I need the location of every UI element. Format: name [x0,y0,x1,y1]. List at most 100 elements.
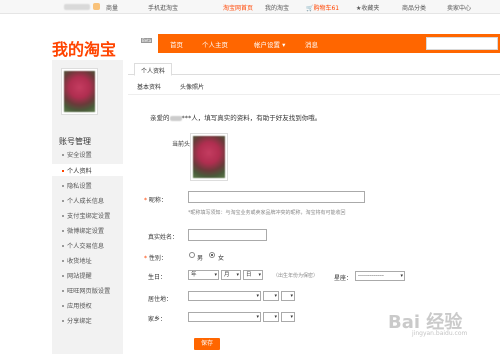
top-my-taobao-link[interactable]: 我的淘宝 [265,3,289,12]
zodiac-select[interactable]: ------------- ▾ [355,271,405,281]
chevron-down-icon: ▾ [236,272,239,278]
hometown-city-select[interactable]: ▾ [263,312,279,322]
sidebar-item-label: 收货地址 [67,258,92,265]
bullet-icon [62,275,64,277]
hometown-district-select[interactable]: ▾ [281,312,295,322]
chevron-down-icon: ▾ [290,314,293,320]
gender-female-label: 女 [218,255,225,262]
sidebar-item-label: 安全设置 [67,152,92,159]
logo[interactable]: 我的淘宝 [52,36,116,60]
nickname-input[interactable] [188,191,365,203]
beta-badge: Beta [141,38,153,43]
gender-label: * 性别： [144,253,167,262]
sidebar-item-growth[interactable]: 个人成长信息 [62,196,104,205]
hometown-province-select[interactable]: ▾ [188,312,261,322]
birthday-note: （出生年份为保密） [273,273,319,279]
bullet-icon [62,260,64,262]
subtab-avatar-photo[interactable]: 头像照片 [180,82,204,91]
nav-home[interactable]: 首页 [170,39,183,49]
sidebar-item-address[interactable]: 收货地址 [62,256,92,265]
zodiac-label: 星座： [334,275,353,282]
top-mobile-link[interactable]: 手机逛淘宝 [148,3,178,12]
sidebar-item-label: 个人交易信息 [67,243,105,250]
vip-badge-icon [93,3,100,10]
month-value: 月 [224,272,230,278]
divider [128,94,500,95]
top-favorites-link[interactable]: ★收藏夹 [356,3,379,12]
top-cart-link[interactable]: 🛒购物车61 [306,3,339,12]
main-nav: 首页 个人主页 帐户设置 ▾ 消息 [158,34,500,53]
sidebar-item-label: 旺旺网页版设置 [67,288,111,295]
sidebar-item-wangwang[interactable]: 旺旺网页版设置 [62,286,110,295]
chevron-down-icon: ▾ [274,293,277,299]
top-categories-link[interactable]: 商品分类 [402,3,426,12]
sidebar-item-alipay[interactable]: 支付宝绑定设置 [62,211,110,220]
favorites-label: 收藏夹 [361,5,380,12]
sidebar-item-label: 微博绑定设置 [67,228,105,235]
sidebar-item-privacy[interactable]: 隐私设置 [62,181,92,190]
sidebar-item-label: 个人成长信息 [67,198,105,205]
sidebar-item-profile[interactable]: 个人资料 [62,166,92,175]
sidebar-item-app-auth[interactable]: 应用授权 [62,301,92,310]
gender-male-radio[interactable] [189,252,195,258]
chevron-down-icon: ▾ [256,293,259,299]
realname-label: 真实姓名： [148,234,179,241]
chevron-down-icon: ▾ [274,314,277,320]
chevron-down-icon: ▾ [256,314,259,320]
sidebar-item-label: 支付宝绑定设置 [67,213,111,220]
residence-province-select[interactable]: ▾ [188,291,261,301]
year-value: 年 [191,272,197,278]
bullet-icon [62,230,64,232]
username-blurred [169,115,182,121]
greeting-prefix: 亲爱的 [150,114,170,122]
birthday-month-select[interactable]: 月 ▾ [221,270,241,280]
nav-profile[interactable]: 个人主页 [202,39,228,49]
bullet-icon [62,290,64,292]
greeting-text: ***人，填写真实的资料，有助于好友找到你哦。 [181,114,322,122]
save-button[interactable]: 保存 [194,338,220,350]
sidebar-item-share[interactable]: 分享绑定 [62,316,92,325]
bullet-icon [62,305,64,307]
gender-male-label: 男 [197,255,204,262]
top-seller-link[interactable]: 卖家中心 [447,3,471,12]
bullet-icon [62,154,64,156]
subtab-basic-info[interactable]: 基本资料 [137,82,161,91]
residence-city-select[interactable]: ▾ [263,291,279,301]
day-value: 日 [246,272,252,278]
gender-label-text: 性别： [148,255,167,262]
cart-label: 购物车61 [313,5,340,12]
current-avatar [190,133,228,181]
zodiac-value: ------------- [358,273,384,279]
greeting: 亲爱的 ***人，填写真实的资料，有助于好友找到你哦。 [150,112,321,122]
top-home-link[interactable]: 淘宝网首页 [223,3,253,12]
sidebar-item-label: 个人资料 [67,168,92,175]
top-account-link[interactable]: 商量 [106,3,118,12]
nav-messages[interactable]: 消息 [305,39,318,49]
nickname-label: * 昵称： [144,195,167,204]
sidebar-item-trade-info[interactable]: 个人交易信息 [62,241,104,250]
realname-input[interactable] [188,229,267,241]
watermark-url: jingyan.baidu.com [412,330,468,337]
hometown-label: 家乡： [148,316,167,323]
tab-bar: 个人资料 [128,60,500,76]
sidebar-item-label: 分享绑定 [67,318,92,325]
avatar-image [64,71,95,112]
sidebar-item-label: 隐私设置 [67,183,92,190]
search-input[interactable] [426,37,498,50]
residence-district-select[interactable]: ▾ [281,291,295,301]
sidebar-title: 账号管理 [59,137,91,146]
nav-account-settings[interactable]: 帐户设置 ▾ [254,39,285,49]
bullet-icon [62,185,64,187]
bullet-icon [62,320,64,322]
sidebar-item-weibo[interactable]: 微博绑定设置 [62,226,104,235]
sidebar-avatar[interactable] [61,68,98,115]
chevron-down-icon: ▾ [400,273,403,279]
sidebar-item-security[interactable]: 安全设置 [62,150,92,159]
tab-personal-info[interactable]: 个人资料 [134,63,173,76]
birthday-year-select[interactable]: 年 ▾ [188,270,219,280]
sidebar-item-reminders[interactable]: 网站提醒 [62,271,92,280]
birthday-day-select[interactable]: 日 ▾ [243,270,263,280]
top-bar: 商量 手机逛淘宝 淘宝网首页 我的淘宝 🛒购物车61 ★收藏夹 商品分类 卖家中… [0,0,500,14]
gender-female-radio[interactable] [209,252,215,258]
bullet-icon [62,245,64,247]
